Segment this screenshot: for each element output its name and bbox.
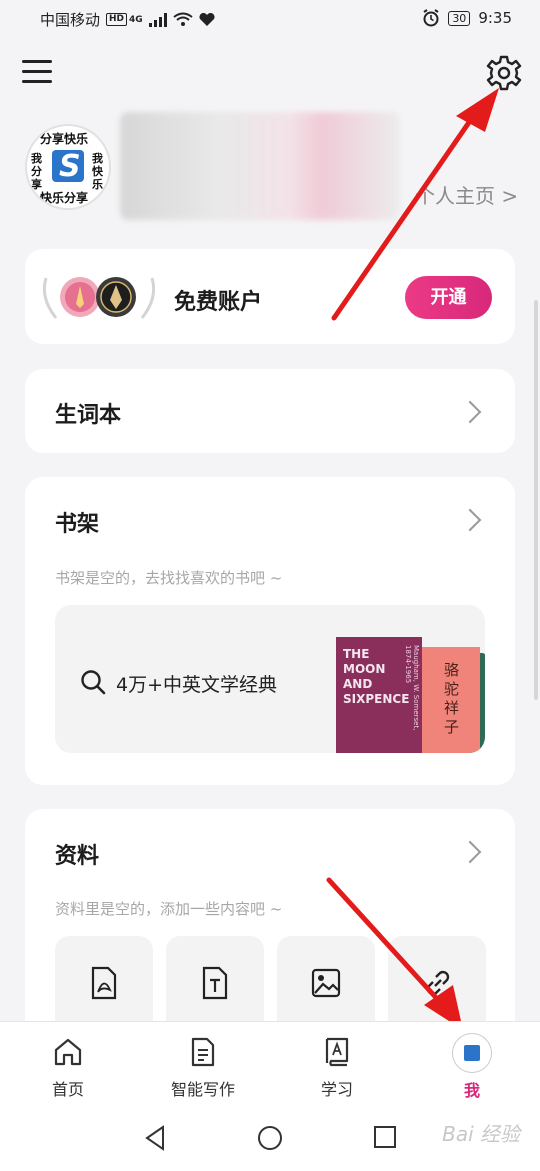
book-luotuo-xiangzi: 骆驼祥子	[422, 647, 480, 753]
nav-home-label: 首页	[51, 1080, 84, 1099]
materials-title[interactable]: 资料	[55, 838, 99, 870]
book-moon-spine: Maugham, W. Somerset, 1874-1965	[404, 645, 420, 731]
status-bar: 中国移动 HD 4G 30 9:35	[0, 0, 540, 40]
nav-home[interactable]: 首页	[8, 1036, 128, 1100]
clock-text: 9:35	[478, 9, 512, 27]
bookshelf-title[interactable]: 书架	[55, 506, 99, 538]
book-luotuo-title: 骆驼祥子	[444, 661, 460, 736]
nav-writing[interactable]: 智能写作	[143, 1036, 263, 1100]
nav-me-label: 我	[463, 1081, 480, 1100]
nav-me[interactable]: 我	[412, 1033, 532, 1101]
avatar-text-right: 我快乐	[92, 152, 103, 191]
avatar-text-left: 我分享	[31, 152, 42, 191]
username-blurred	[120, 112, 400, 220]
home-icon	[54, 1038, 82, 1066]
heart-icon	[199, 12, 215, 26]
membership-badges	[38, 268, 160, 326]
wifi-icon	[173, 12, 193, 26]
gear-icon[interactable]	[486, 55, 522, 91]
search-icon	[81, 670, 106, 695]
search-banner-text: 4万+中英文学经典	[116, 674, 278, 696]
book-moon-title: THE MOON AND SIXPENCE	[343, 647, 410, 706]
signal-icon	[148, 12, 167, 27]
account-title: 免费账户	[174, 290, 263, 315]
nav-study[interactable]: 学习	[277, 1036, 397, 1100]
text-file-icon	[202, 966, 228, 1000]
homepage-link[interactable]: 个人主页 >	[415, 180, 518, 209]
network-type: 4G	[129, 14, 143, 25]
battery-indicator: 30	[448, 10, 471, 26]
image-icon	[311, 968, 341, 998]
avatar[interactable]: 分享快乐 我分享 我快乐 S 快乐分享	[25, 124, 111, 210]
vocab-title: 生词本	[55, 403, 122, 428]
carrier-text: 中国移动	[40, 11, 101, 29]
book-search-banner[interactable]: 4万+中英文学经典 THE MOON AND SIXPENCE Maugham,…	[55, 605, 485, 753]
menu-icon[interactable]	[22, 60, 52, 86]
alarm-icon	[423, 9, 439, 27]
watermark: Bai 经验	[442, 1122, 520, 1146]
book-moon-sixpence: THE MOON AND SIXPENCE Maugham, W. Somers…	[336, 637, 422, 753]
avatar	[452, 1033, 492, 1073]
scrollbar[interactable]	[534, 300, 538, 700]
recents-icon[interactable]	[373, 1125, 397, 1149]
book-icon	[325, 1037, 349, 1067]
back-icon[interactable]	[143, 1125, 167, 1151]
open-membership-button[interactable]: 开通	[405, 276, 492, 319]
materials-empty-hint: 资料里是空的，添加一些内容吧 ~	[55, 900, 283, 918]
avatar-text-bottom: 快乐分享	[40, 191, 89, 205]
nav-writing-label: 智能写作	[170, 1080, 235, 1099]
home-circle-icon[interactable]	[257, 1125, 283, 1151]
avatar-text-top: 分享快乐	[40, 132, 89, 146]
avatar-letter: S	[59, 149, 81, 184]
bookshelf-empty-hint: 书架是空的，去找找喜欢的书吧 ~	[55, 569, 283, 587]
hd-badge: HD	[106, 13, 128, 26]
pdf-icon	[91, 966, 117, 1000]
nav-study-label: 学习	[320, 1080, 353, 1099]
document-icon	[191, 1037, 215, 1067]
link-icon	[426, 970, 450, 996]
